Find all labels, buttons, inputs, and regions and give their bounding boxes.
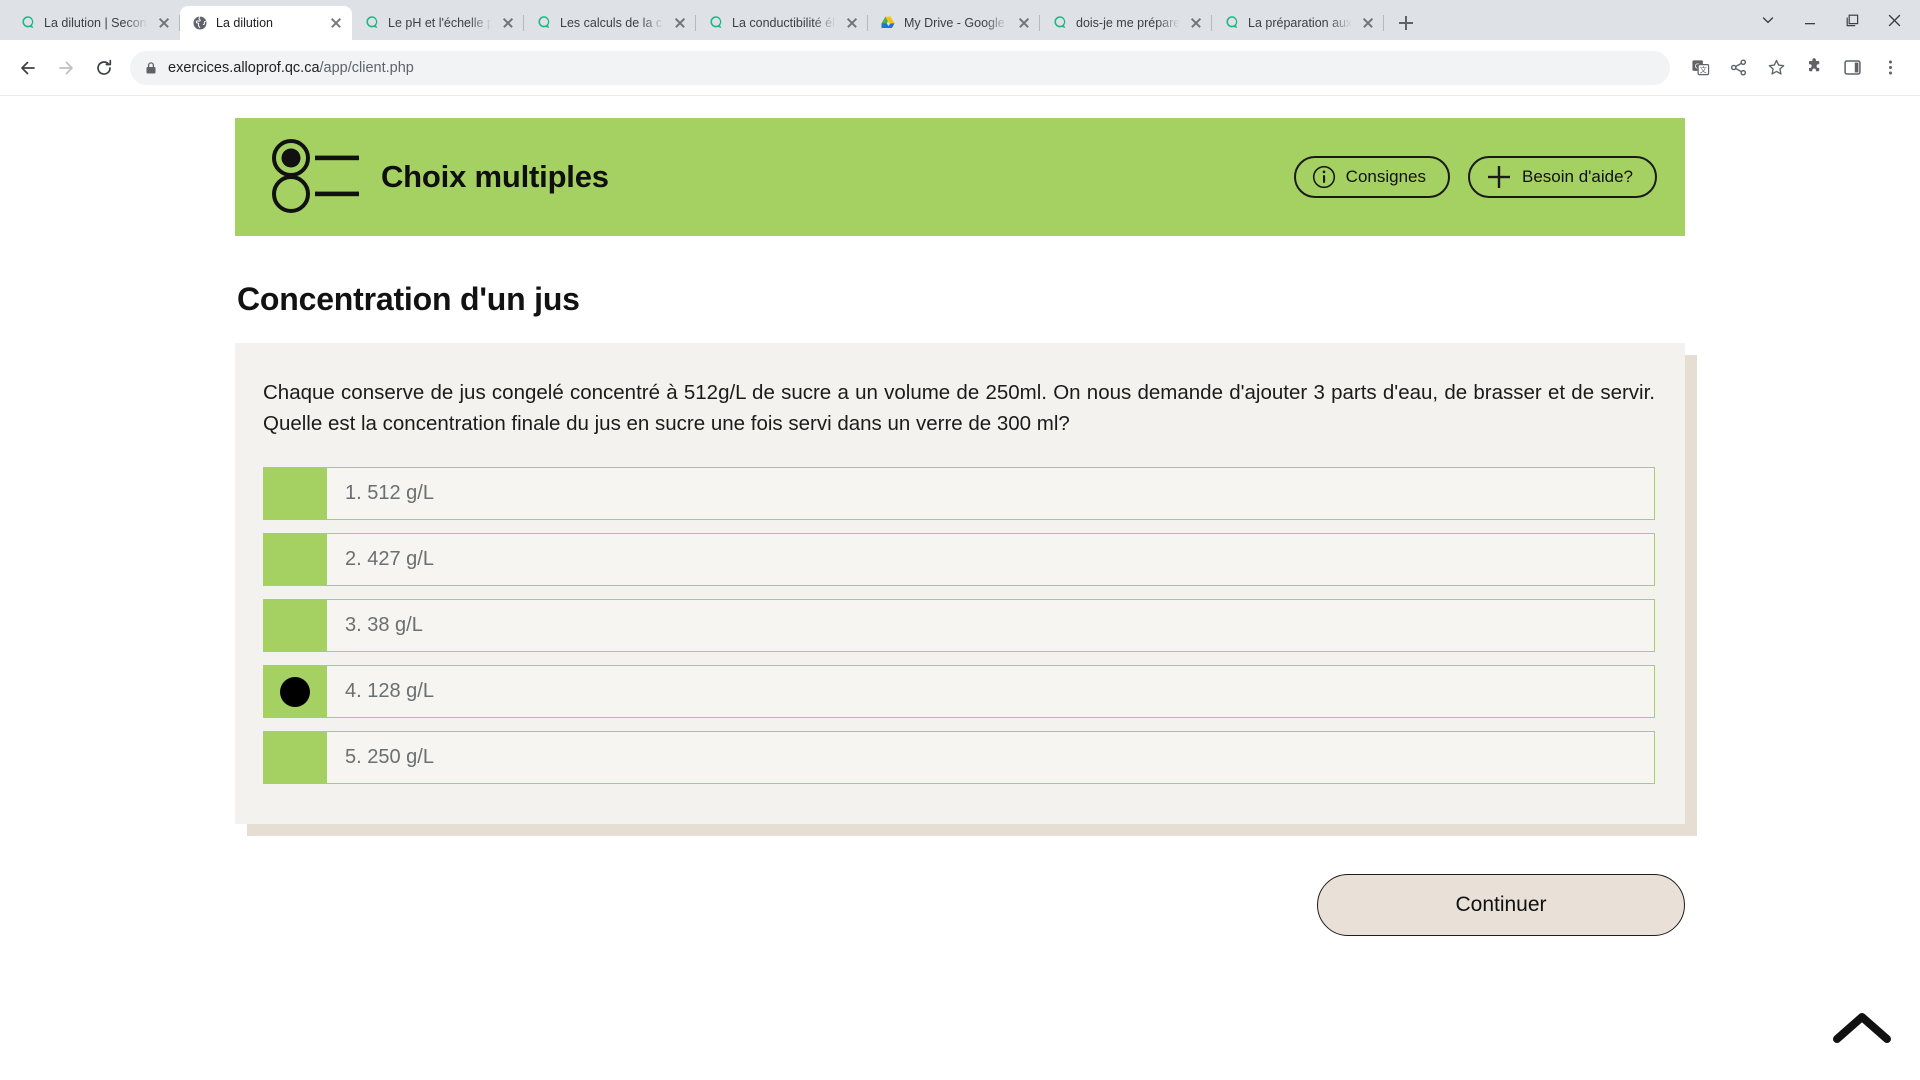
plus-icon (1486, 164, 1512, 190)
footer-actions: Continuer (235, 874, 1685, 937)
alloprof-icon (364, 15, 380, 31)
option-row-4[interactable]: 4. 128 g/L (263, 665, 1655, 719)
close-icon[interactable] (1016, 15, 1032, 31)
option-radio-5[interactable] (263, 731, 327, 785)
browser-tab-1[interactable]: La dilution | Secon (8, 6, 180, 40)
tab-strip: La dilution | Secon La dilution Le pH et… (0, 0, 1920, 40)
extensions-puzzle-icon[interactable] (1796, 50, 1832, 86)
selected-dot-icon (280, 676, 310, 707)
close-icon[interactable] (672, 15, 688, 31)
question-text: Chaque conserve de jus congelé concentré… (263, 381, 1655, 436)
url-path: /app/client.php (319, 59, 414, 76)
scroll-to-top-button[interactable] (1830, 1004, 1894, 1052)
close-icon[interactable] (844, 15, 860, 31)
info-icon (1312, 165, 1336, 189)
tab-title: La préparation aux (1248, 16, 1352, 30)
besoin-aide-button[interactable]: Besoin d'aide? (1468, 156, 1657, 198)
browser-toolbar: exercices.alloprof.qc.ca/app/client.php … (0, 40, 1920, 96)
forward-arrow-icon[interactable] (48, 50, 84, 86)
browser-tab-4[interactable]: Les calculs de la c (524, 6, 696, 40)
bookmark-star-icon[interactable] (1758, 50, 1794, 86)
option-row-3[interactable]: 3. 38 g/L (263, 599, 1655, 653)
alloprof-icon (1052, 15, 1068, 31)
options-list: 1. 512 g/L 2. 427 g/L 3. 38 g/L 4. 128 g… (263, 467, 1655, 785)
question-title: Concentration d'un jus (237, 281, 580, 317)
tab-search-chevron-icon[interactable] (1748, 6, 1788, 34)
page-title: Choix multiples (381, 159, 609, 194)
close-icon[interactable] (500, 15, 516, 31)
browser-tab-2[interactable]: La dilution (180, 6, 352, 40)
option-label-5[interactable]: 5. 250 g/L (327, 731, 1655, 785)
new-tab-button[interactable] (1392, 9, 1420, 37)
tab-title: La dilution (216, 16, 273, 30)
browser-tab-7[interactable]: dois-je me prépare (1040, 6, 1212, 40)
multiple-choice-icon (269, 136, 359, 219)
tab-title: Les calculs de la c (560, 16, 663, 30)
window-controls (1748, 6, 1920, 40)
alloprof-icon (536, 15, 552, 31)
exercise-container: Choix multiples Consignes Besoin d'aide? (235, 96, 1697, 937)
option-row-1[interactable]: 1. 512 g/L (263, 467, 1655, 521)
close-icon[interactable] (328, 15, 344, 31)
tab-title: La dilution | Secon (44, 16, 147, 30)
url-text: exercices.alloprof.qc.ca/app/client.php (168, 60, 414, 76)
translate-icon[interactable]: G文 (1682, 50, 1718, 86)
close-window-button[interactable] (1874, 6, 1914, 34)
exercise-header: Choix multiples Consignes Besoin d'aide? (235, 118, 1685, 236)
option-radio-1[interactable] (263, 467, 327, 521)
back-arrow-icon[interactable] (10, 50, 46, 86)
alloprof-icon (1224, 15, 1240, 31)
continue-button[interactable]: Continuer (1317, 874, 1685, 937)
svg-text:文: 文 (1699, 65, 1706, 74)
option-label-1[interactable]: 1. 512 g/L (327, 467, 1655, 521)
chrome-menu-icon[interactable] (1872, 50, 1908, 86)
share-icon[interactable] (1720, 50, 1756, 86)
browser-tab-3[interactable]: Le pH et l'échelle p (352, 6, 524, 40)
browser-window: La dilution | Secon La dilution Le pH et… (0, 0, 1920, 1080)
side-panel-icon[interactable] (1834, 50, 1870, 86)
header-actions: Consignes Besoin d'aide? (1293, 156, 1657, 198)
google-drive-icon (880, 15, 896, 31)
page-viewport: Choix multiples Consignes Besoin d'aide? (0, 96, 1920, 1080)
chevron-up-icon (1833, 1009, 1891, 1047)
question-card-wrapper: Chaque conserve de jus congelé concentré… (235, 343, 1697, 837)
close-icon[interactable] (156, 15, 172, 31)
alloprof-icon (20, 15, 36, 31)
option-radio-4[interactable] (263, 665, 327, 719)
url-domain: exercices.alloprof.qc.ca (168, 59, 320, 76)
address-bar[interactable]: exercices.alloprof.qc.ca/app/client.php (130, 50, 1670, 85)
option-radio-3[interactable] (263, 599, 327, 653)
minimize-button[interactable] (1790, 6, 1830, 34)
toolbar-right-actions: G文 (1682, 50, 1908, 86)
close-icon[interactable] (1360, 15, 1376, 31)
consignes-label: Consignes (1345, 167, 1426, 186)
question-card: Chaque conserve de jus congelé concentré… (235, 343, 1685, 825)
tab-title: dois-je me prépare (1076, 16, 1180, 30)
option-label-4[interactable]: 4. 128 g/L (327, 665, 1655, 719)
browser-tab-5[interactable]: La conductibilité él (696, 6, 868, 40)
tab-title: My Drive - Google D (904, 16, 1008, 30)
option-label-3[interactable]: 3. 38 g/L (327, 599, 1655, 653)
tab-title: La conductibilité él (732, 16, 835, 30)
browser-tab-8[interactable]: La préparation aux (1212, 6, 1384, 40)
alloprof-icon (708, 15, 724, 31)
besoin-aide-label: Besoin d'aide? (1522, 167, 1633, 186)
close-icon[interactable] (1188, 15, 1204, 31)
reload-arrow-icon[interactable] (86, 50, 122, 86)
option-label-2[interactable]: 2. 427 g/L (327, 533, 1655, 587)
lock-icon (144, 61, 158, 75)
maximize-button[interactable] (1832, 6, 1872, 34)
option-row-2[interactable]: 2. 427 g/L (263, 533, 1655, 587)
option-radio-2[interactable] (263, 533, 327, 587)
consignes-button[interactable]: Consignes (1293, 156, 1450, 198)
tab-separator (1383, 15, 1384, 31)
browser-tab-6[interactable]: My Drive - Google D (868, 6, 1040, 40)
tab-title: Le pH et l'échelle p (388, 16, 492, 30)
globe-icon (192, 15, 208, 31)
option-row-5[interactable]: 5. 250 g/L (263, 731, 1655, 785)
